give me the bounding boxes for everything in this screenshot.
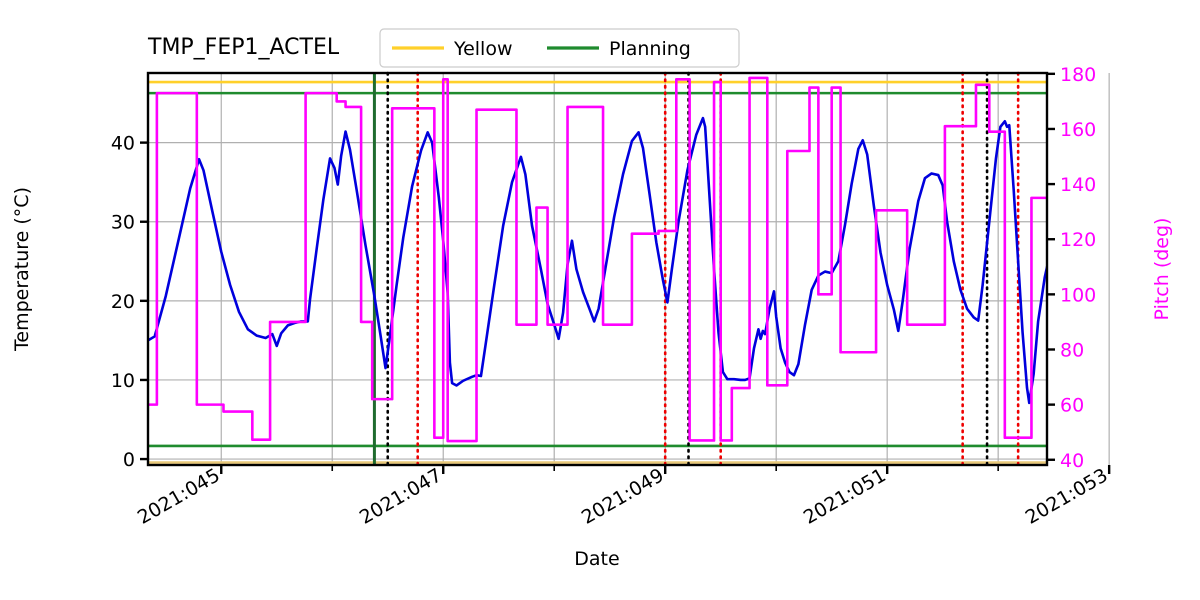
y-tick-label-right: 60 [1060,395,1084,417]
y-tick-label-right: 100 [1060,284,1096,306]
y-axis-label-left: Temperature (°C) [11,187,33,352]
legend-label-yellow: Yellow [453,38,513,60]
y-tick-label-left: 0 [123,449,135,471]
y-tick-label-right: 120 [1060,229,1096,251]
y-tick-label-right: 140 [1060,174,1096,196]
y-tick-label-left: 10 [111,370,135,392]
chart-figure: 2021:045 2021:047 2021:049 2021:051 2021:053… [0,0,1200,600]
legend-label-planning: Planning [609,38,691,60]
y-axis-label-right: Pitch (deg) [1151,218,1173,321]
y-tick-label-right: 40 [1060,450,1084,472]
x-axis-label: Date [574,548,619,570]
legend[interactable]: Yellow Planning [379,28,740,68]
y-tick-label-left: 40 [111,133,135,155]
y-tick-label-left: 30 [111,212,135,234]
y-tick-label-left: 20 [111,291,135,313]
y-tick-label-right: 180 [1060,64,1096,86]
y-tick-label-right: 160 [1060,119,1096,141]
y-tick-label-right: 80 [1060,339,1084,361]
chart-title: TMP_FEP1_ACTEL [147,35,340,60]
